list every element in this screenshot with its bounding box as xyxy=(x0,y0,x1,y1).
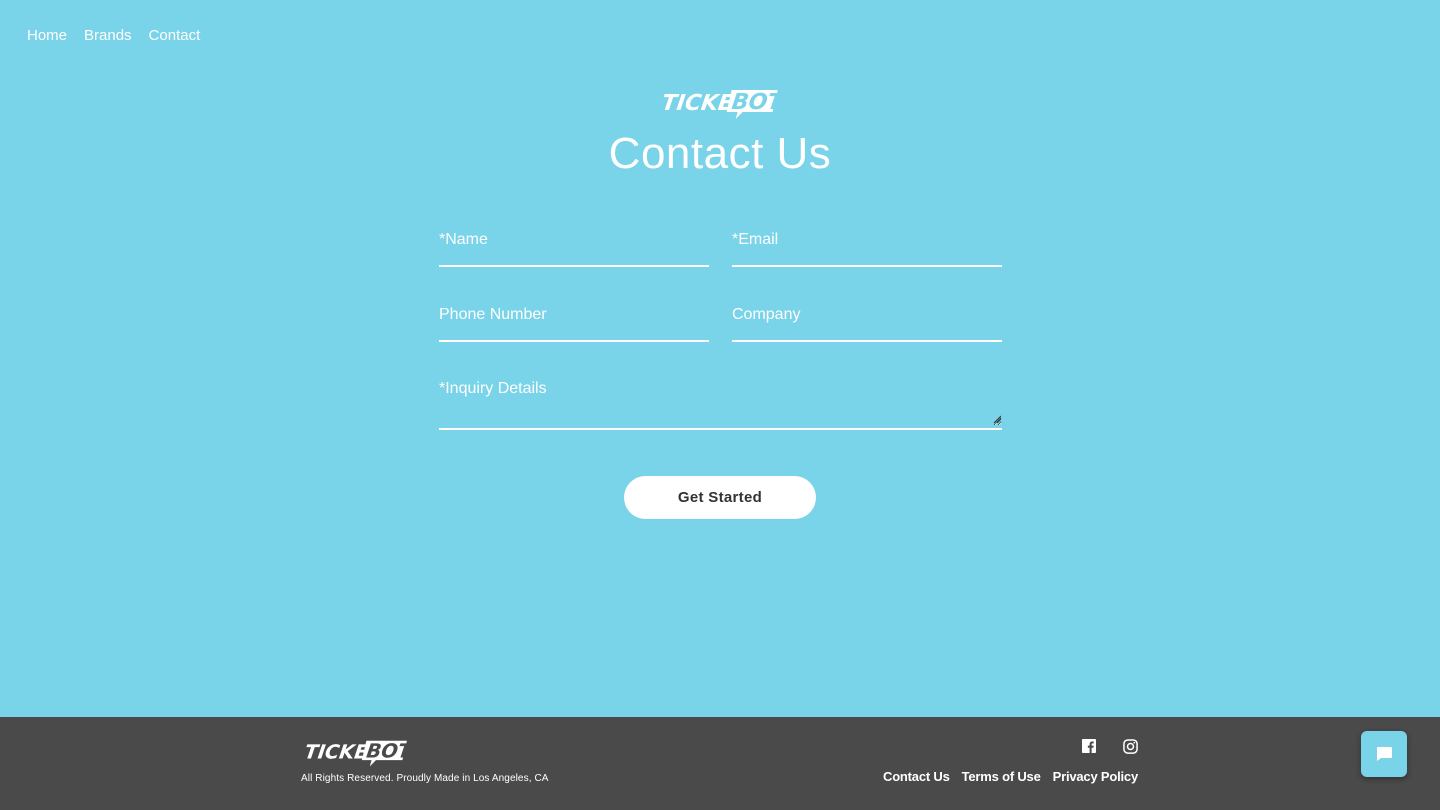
nav-contact-link[interactable]: Contact xyxy=(149,26,201,46)
company-field-wrapper xyxy=(732,301,1002,342)
footer-terms-link[interactable]: Terms of Use xyxy=(962,769,1041,784)
chat-launcher-button[interactable] xyxy=(1361,731,1407,777)
page-title: Contact Us xyxy=(608,129,832,178)
company-input[interactable] xyxy=(732,301,1002,329)
logo-text-bot: BOT xyxy=(730,89,780,115)
nav-brands-link[interactable]: Brands xyxy=(84,26,132,46)
footer-links: Contact Us Terms of Use Privacy Policy xyxy=(883,769,1138,784)
footer-ticketbot-logo: TICKET BOT xyxy=(303,740,411,767)
ticketbot-logo: TICKET BOT xyxy=(660,89,780,119)
email-input[interactable] xyxy=(732,226,1002,254)
top-nav: Home Brands Contact xyxy=(27,26,200,46)
facebook-icon[interactable] xyxy=(1082,739,1098,755)
footer-logo-text-bot: BOT xyxy=(365,740,411,763)
inquiry-textarea[interactable] xyxy=(439,380,1002,426)
inquiry-field-wrapper xyxy=(439,380,1002,430)
copyright-text: All Rights Reserved. Proudly Made in Los… xyxy=(301,773,549,784)
footer-contact-us-link[interactable]: Contact Us xyxy=(883,769,950,784)
instagram-icon[interactable] xyxy=(1123,739,1139,755)
chat-bubble-icon xyxy=(1377,747,1392,761)
get-started-button[interactable]: Get Started xyxy=(624,476,816,519)
phone-input[interactable] xyxy=(439,301,709,329)
resize-handle-icon[interactable] xyxy=(993,415,1001,423)
footer-privacy-link[interactable]: Privacy Policy xyxy=(1053,769,1139,784)
nav-home-link[interactable]: Home xyxy=(27,26,67,46)
name-input[interactable] xyxy=(439,226,709,254)
name-field-wrapper xyxy=(439,226,709,267)
phone-field-wrapper xyxy=(439,301,709,342)
email-field-wrapper xyxy=(732,226,1002,267)
footer: TICKET BOT All Rights Reserved. Proudly … xyxy=(0,717,1440,810)
